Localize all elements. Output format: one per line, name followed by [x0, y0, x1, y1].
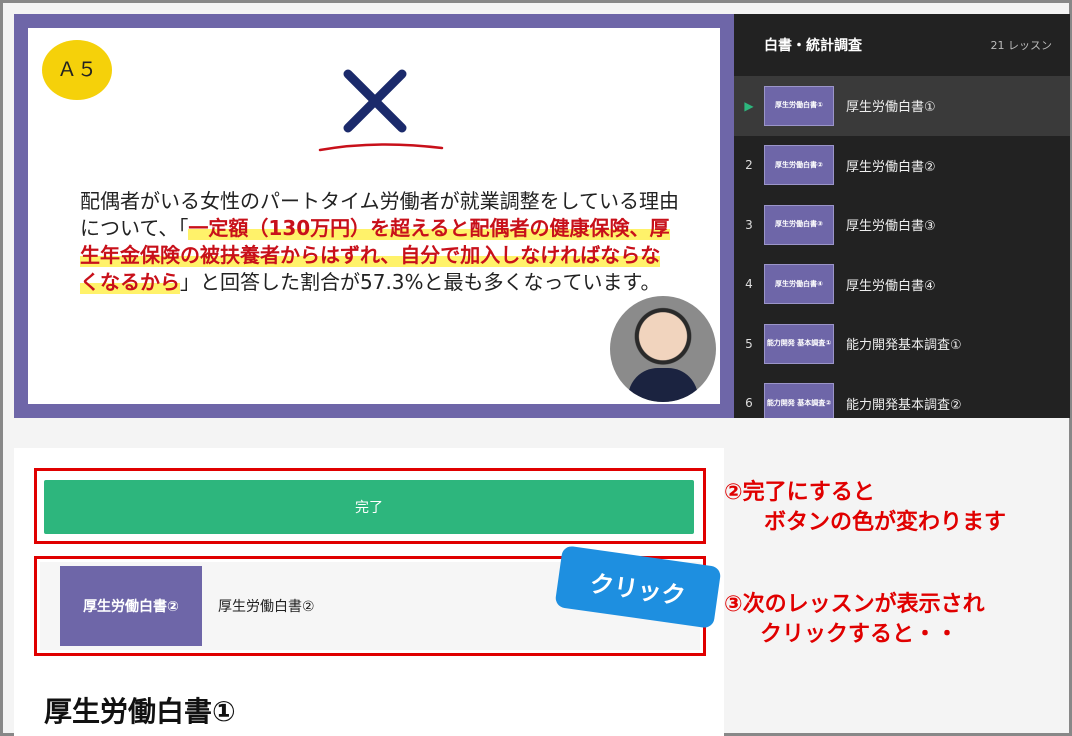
lesson-thumbnail: 厚生労働白書③ [764, 204, 834, 245]
instructor-avatar [610, 296, 716, 402]
playlist-item-4[interactable]: 4 厚生労働白書④ 厚生労働白書④ [734, 255, 1070, 315]
lesson-index: 2 [745, 158, 753, 173]
playlist-item-5[interactable]: 5 能力開発 基本調査① 能力開発基本調査① [734, 314, 1070, 374]
play-icon: ▶ [744, 98, 754, 113]
lesson-label: 能力開発基本調査① [846, 338, 962, 354]
complete-button[interactable]: 完了 [44, 480, 694, 534]
underline-stroke-icon [318, 143, 444, 152]
lesson-index: 6 [745, 396, 753, 411]
annotation-note-3-line1: ③次のレッスンが表示され [724, 592, 985, 617]
slide-content: Ａ５ 配偶者がいる女性のパートタイム労働者が就業調整をしている理由について、「一… [28, 28, 720, 404]
lesson-label: 厚生労働白書③ [846, 219, 936, 235]
cross-mark-icon [343, 69, 407, 133]
lesson-label: 厚生労働白書④ [846, 278, 936, 294]
annotation-note-2-line1: ②完了にすると [724, 480, 875, 505]
lesson-count: 21 レッスン [990, 39, 1053, 52]
playlist-title: 白書・統計調査 [764, 38, 862, 54]
lesson-thumbnail: 能力開発 基本調査① [764, 323, 834, 364]
lesson-index: 4 [745, 277, 753, 292]
next-lesson-label: 厚生労働白書② [218, 599, 315, 615]
lesson-thumbnail: 能力開発 基本調査② [764, 383, 834, 418]
answer-badge: Ａ５ [42, 40, 112, 100]
playlist-item-6[interactable]: 6 能力開発 基本調査② 能力開発基本調査② [734, 374, 1070, 418]
lesson-label: 厚生労働白書① [846, 100, 936, 116]
lesson-playlist: 白書・統計調査 21 レッスン ▶ 厚生労働白書① 厚生労働白書① 2 厚生労働… [734, 14, 1070, 418]
lesson-label: 厚生労働白書② [846, 159, 936, 175]
annotation-note-2: ②完了にすると ボタンの色が変わります [724, 478, 1006, 538]
next-lesson-thumbnail: 厚生労働白書② [60, 566, 202, 646]
lesson-title: 厚生労働白書① [44, 695, 236, 728]
lesson-label: 能力開発基本調査② [846, 397, 962, 413]
lesson-index: 5 [745, 336, 753, 351]
annotation-note-3: ③次のレッスンが表示され クリックすると・・ [724, 590, 985, 650]
annotation-note-2-line2: ボタンの色が変わります [764, 510, 1007, 535]
playlist-item-3[interactable]: 3 厚生労働白書③ 厚生労働白書③ [734, 195, 1070, 255]
lesson-thumbnail: 厚生労働白書② [764, 145, 834, 186]
video-player[interactable]: Ａ５ 配偶者がいる女性のパートタイム労働者が就業調整をしている理由について、「一… [14, 14, 734, 418]
slide-text-after: 」と回答した割合が57.3%と最も多くなっています。 [180, 270, 661, 294]
slide-body-text: 配偶者がいる女性のパートタイム労働者が就業調整をしている理由について、「一定額（… [80, 188, 680, 296]
playlist-item-2[interactable]: 2 厚生労働白書② 厚生労働白書② [734, 136, 1070, 196]
lesson-thumbnail: 厚生労働白書④ [764, 264, 834, 305]
playlist-header: 白書・統計調査 21 レッスン [734, 14, 1070, 76]
playlist-item-1[interactable]: ▶ 厚生労働白書① 厚生労働白書① [734, 76, 1070, 136]
annotation-note-3-line2: クリックすると・・ [760, 622, 959, 647]
lesson-index: 3 [745, 217, 753, 232]
lesson-thumbnail: 厚生労働白書① [764, 85, 834, 126]
